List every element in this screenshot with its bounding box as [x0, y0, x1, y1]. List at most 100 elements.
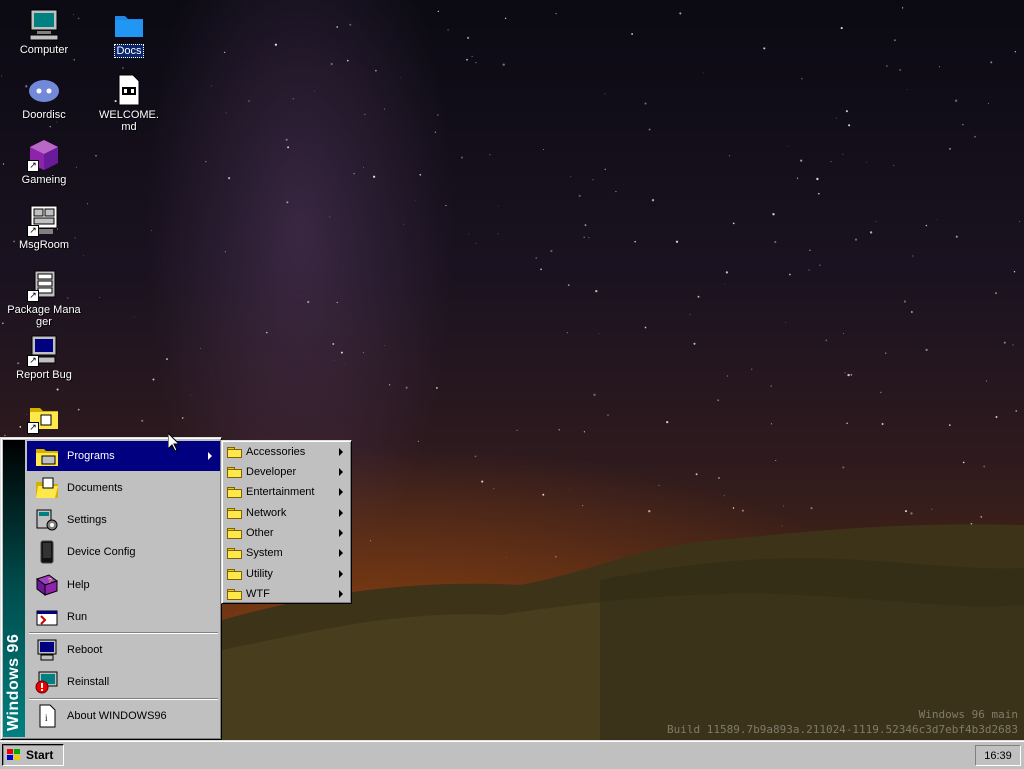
markdown-file-icon — [112, 73, 146, 107]
submenu-arrow-icon — [339, 590, 343, 598]
start-menu-item-run[interactable]: Run — [27, 602, 220, 632]
desktop-icon-label: Docs — [114, 44, 144, 58]
start-menu-item-label: Device Config — [67, 546, 136, 558]
submenu-item-label: System — [246, 547, 283, 559]
desktop-icon-welcome-md[interactable]: WELCOME.md — [91, 73, 167, 133]
submenu-item-wtf[interactable]: WTF — [224, 584, 349, 604]
submenu-item-accessories[interactable]: Accessories — [224, 442, 349, 462]
start-menu-item-label: Help — [67, 579, 90, 591]
folder-icon — [227, 486, 242, 498]
shortcut-arrow-icon: ↗ — [27, 422, 39, 434]
system-tray: 16:39 — [975, 745, 1021, 766]
device-config-icon — [35, 540, 59, 564]
desktop-icon-package-manager[interactable]: ↗ Package Manager — [6, 268, 82, 328]
submenu-item-entertainment[interactable]: Entertainment — [224, 482, 349, 502]
start-menu-item-label: Programs — [67, 450, 115, 462]
reboot-icon — [35, 638, 59, 662]
windows-logo-icon — [6, 748, 22, 762]
submenu-arrow-icon — [339, 448, 343, 456]
start-menu-separator — [29, 632, 218, 634]
folder-icon — [227, 527, 242, 539]
start-menu-banner: Windows 96 — [3, 440, 25, 737]
desktop-icon-computer[interactable]: Computer — [6, 8, 82, 56]
build-watermark-line1: Windows 96 main — [918, 708, 1018, 721]
start-menu-item-label: About WINDOWS96 — [67, 710, 167, 722]
start-menu-separator — [29, 698, 218, 700]
desktop-icon-label: Gameing — [21, 174, 67, 186]
start-menu-item-documents[interactable]: Documents — [27, 473, 220, 503]
submenu-arrow-icon — [339, 529, 343, 537]
desktop-icon-label: Package Manager — [7, 304, 81, 328]
submenu-item-label: Utility — [246, 568, 273, 580]
submenu-item-label: Other — [246, 527, 274, 539]
help-book-icon: ? — [35, 573, 59, 597]
submenu-arrow-icon — [339, 468, 343, 476]
submenu-arrow-icon — [339, 488, 343, 496]
mouse-cursor-icon — [168, 433, 180, 452]
desktop-icon-gameing[interactable]: ↗ Gameing — [6, 138, 82, 186]
discord-icon — [27, 73, 61, 107]
folder-icon — [112, 8, 146, 42]
submenu-item-other[interactable]: Other — [224, 523, 349, 543]
folder-icon — [227, 547, 242, 559]
start-button[interactable]: Start — [2, 744, 64, 766]
submenu-item-developer[interactable]: Developer — [224, 462, 349, 482]
programs-submenu: Accessories Developer Entertainment Netw… — [221, 440, 352, 604]
submenu-arrow-icon — [339, 549, 343, 557]
folder-icon — [227, 507, 242, 519]
desktop-icon-msgroom[interactable]: ↗ MsgRoom — [6, 203, 82, 251]
start-menu-item-reboot[interactable]: Reboot — [27, 635, 220, 665]
taskbar: Start 16:39 — [0, 740, 1024, 769]
programs-icon — [35, 444, 59, 468]
shortcut-arrow-icon: ↗ — [27, 160, 39, 172]
computer-icon — [27, 8, 61, 42]
submenu-item-label: Entertainment — [246, 486, 315, 498]
start-menu-banner-text: Windows 96 — [5, 633, 22, 731]
start-menu-item-label: Run — [67, 611, 88, 623]
submenu-item-utility[interactable]: Utility — [224, 564, 349, 584]
start-menu: Windows 96 Programs Documents Settings D… — [0, 437, 222, 740]
submenu-arrow-icon — [208, 452, 212, 460]
folder-icon — [227, 568, 242, 580]
start-menu-item-programs[interactable]: Programs — [27, 441, 220, 471]
start-menu-item-label: Settings — [67, 514, 107, 526]
submenu-item-system[interactable]: System — [224, 543, 349, 563]
submenu-arrow-icon — [339, 570, 343, 578]
desktop-icon-doordisc[interactable]: Doordisc — [6, 73, 82, 121]
desktop-icon-report-bug[interactable]: ↗ Report Bug — [6, 333, 82, 381]
package-manager-icon: ↗ — [27, 268, 61, 302]
submenu-item-label: WTF — [246, 588, 270, 600]
build-watermark-line2: Build 11589.7b9a893a.211024-1119.52346c3… — [667, 723, 1018, 736]
folder-icon — [227, 466, 242, 478]
folder-icon — [227, 588, 242, 600]
start-menu-item-label: Reinstall — [67, 676, 110, 688]
start-menu-item-about[interactable]: i About WINDOWS96 — [27, 701, 220, 731]
desktop-icon-label: Computer — [19, 44, 69, 56]
submenu-item-label: Network — [246, 507, 287, 519]
submenu-arrow-icon — [339, 509, 343, 517]
tray-clock[interactable]: 16:39 — [984, 750, 1012, 762]
svg-text:?: ? — [48, 578, 52, 585]
shortcut-arrow-icon: ↗ — [27, 225, 39, 237]
start-menu-item-device-config[interactable]: Device Config — [27, 537, 220, 567]
folder-icon — [227, 446, 242, 458]
run-icon — [35, 605, 59, 629]
desktop-icon-label: WELCOME.md — [99, 109, 159, 133]
start-menu-item-settings[interactable]: Settings — [27, 505, 220, 535]
submenu-item-network[interactable]: Network — [224, 503, 349, 523]
game-cube-icon: ↗ — [27, 138, 61, 172]
about-icon: i — [35, 704, 59, 728]
desktop-icon-label: MsgRoom — [18, 239, 70, 251]
start-menu-item-reinstall[interactable]: Reinstall — [27, 667, 220, 697]
start-menu-item-help[interactable]: ? Help — [27, 570, 220, 600]
shortcut-arrow-icon: ↗ — [27, 355, 39, 367]
start-button-label: Start — [26, 748, 54, 762]
start-menu-item-label: Documents — [67, 482, 123, 494]
shortcut-arrow-icon: ↗ — [27, 290, 39, 302]
documents-icon — [35, 476, 59, 500]
reinstall-icon — [35, 670, 59, 694]
submenu-item-label: Developer — [246, 466, 297, 478]
chat-app-icon: ↗ — [27, 203, 61, 237]
submenu-item-label: Accessories — [246, 446, 306, 458]
desktop-icon-docs[interactable]: Docs — [91, 8, 167, 58]
